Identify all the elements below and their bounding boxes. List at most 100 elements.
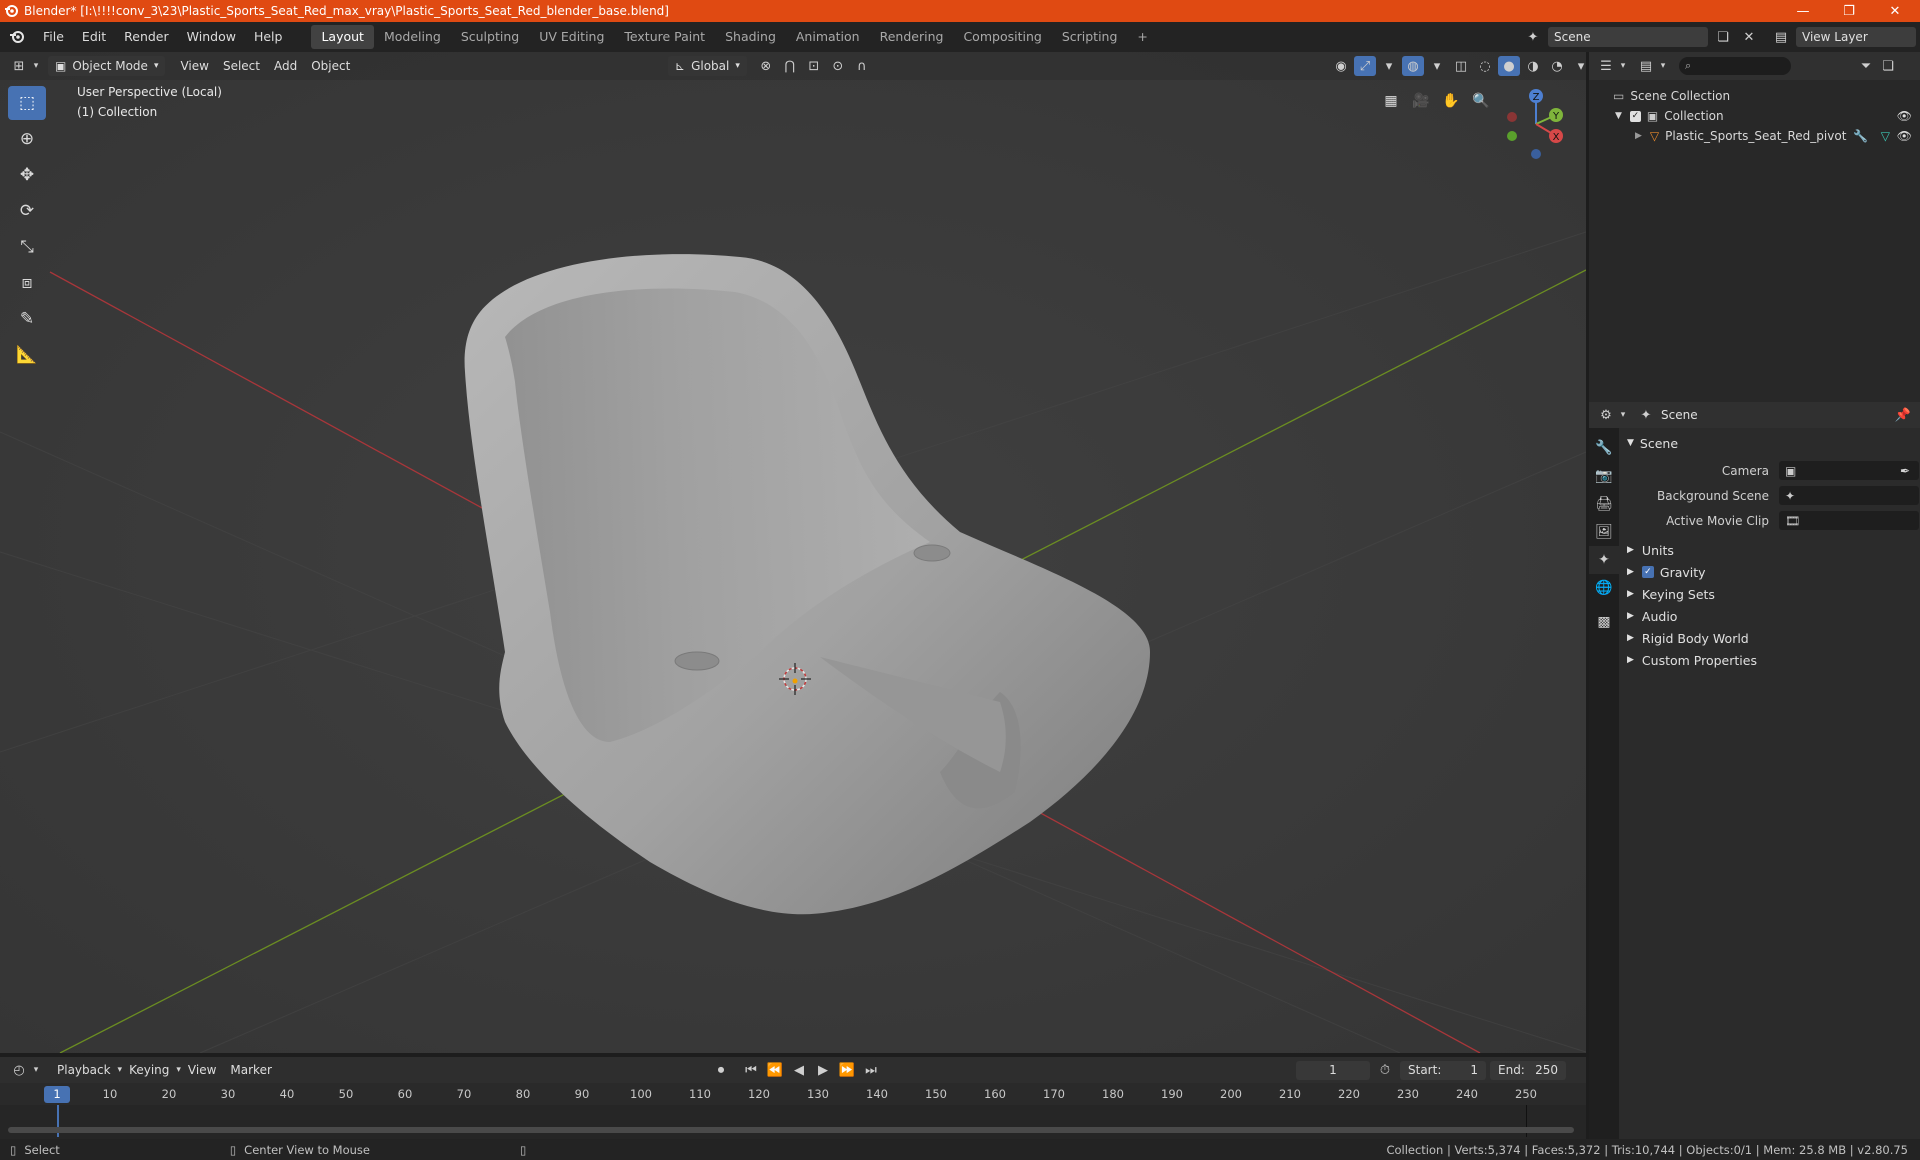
jump-start-icon[interactable]: ⏮ [740, 1060, 762, 1080]
scene-selector[interactable]: Scene [1548, 27, 1708, 47]
new-scene-icon[interactable]: ❏ [1712, 27, 1734, 47]
mesh-data-icon[interactable]: ▽ [1881, 129, 1890, 143]
outliner-search-field[interactable]: ⌕ [1679, 57, 1791, 75]
overlays-toggle-icon[interactable]: ◍ [1402, 56, 1424, 76]
view-layer-tab-icon[interactable]: 🖼 [1589, 518, 1619, 546]
minimize-button[interactable]: — [1780, 0, 1826, 22]
camera-view-icon[interactable]: 🎥 [1408, 88, 1434, 114]
view-menu[interactable]: View [181, 1060, 223, 1080]
3d-viewport[interactable] [0, 52, 1586, 1053]
collection-visibility-eye-icon[interactable]: 👁 [1897, 109, 1912, 123]
display-mode-icon[interactable]: ▤ [1635, 56, 1657, 76]
record-icon[interactable]: ⏺ [710, 1060, 732, 1080]
workspace-tab-modeling[interactable]: Modeling [374, 25, 451, 49]
pin-icon[interactable]: 📌 [1892, 405, 1914, 425]
add-workspace-button[interactable]: + [1127, 25, 1157, 49]
view-layer-selector[interactable]: View Layer [1796, 27, 1916, 47]
workspace-tab-scripting[interactable]: Scripting [1052, 25, 1128, 49]
object-menu[interactable]: Object [304, 56, 357, 76]
workspace-tab-compositing[interactable]: Compositing [953, 25, 1051, 49]
menu-window[interactable]: Window [178, 25, 245, 49]
new-collection-icon[interactable]: ❏ [1877, 56, 1899, 76]
jump-keyframe-back-icon[interactable]: ⏪ [764, 1060, 786, 1080]
current-frame-indicator[interactable]: 1 [44, 1086, 70, 1103]
gizmo-menu-icon[interactable]: ▾ [1378, 56, 1400, 76]
zoom-icon[interactable]: 🔍 [1468, 88, 1494, 114]
jump-keyframe-forward-icon[interactable]: ⏩ [836, 1060, 858, 1080]
transform-tool-icon[interactable]: ⧈ [8, 266, 46, 300]
units-section-header[interactable]: ▶ Units [1619, 539, 1920, 561]
close-button[interactable]: ✕ [1872, 0, 1918, 22]
cursor-tool-icon[interactable]: ⊕ [8, 122, 46, 156]
background-scene-field[interactable]: ✦ [1779, 486, 1919, 505]
editor-type-icon[interactable]: ◴ [8, 1060, 30, 1080]
select-box-tool-icon[interactable]: ⬚ [8, 86, 46, 120]
pan-hand-icon[interactable]: ✋ [1438, 88, 1464, 114]
workspace-tab-rendering[interactable]: Rendering [870, 25, 954, 49]
delete-scene-icon[interactable]: ✕ [1738, 27, 1760, 47]
proportional-edit-icon[interactable]: ⊙ [827, 56, 849, 76]
workspace-tab-animation[interactable]: Animation [786, 25, 870, 49]
snap-icon[interactable]: ⋂ [779, 56, 801, 76]
measure-tool-icon[interactable]: 📐 [8, 338, 46, 372]
scene-tab-icon[interactable]: ✦ [1589, 546, 1619, 574]
current-frame-field[interactable]: 1 [1296, 1061, 1370, 1080]
eyedropper-icon[interactable]: ✒ [1900, 464, 1910, 478]
select-menu[interactable]: Select [216, 56, 267, 76]
active-movie-clip-field[interactable]: 🎞 [1779, 511, 1919, 530]
overlays-menu-icon[interactable]: ▾ [1426, 56, 1448, 76]
workspace-tab-shading[interactable]: Shading [715, 25, 786, 49]
outliner-row-collection[interactable]: ▼ ✓ ▣ Collection 👁 [1589, 106, 1920, 126]
audio-section-header[interactable]: ▶ Audio [1619, 605, 1920, 627]
play-reverse-icon[interactable]: ◀ [788, 1060, 810, 1080]
scale-tool-icon[interactable]: ⤡ [8, 230, 46, 264]
timeline-scrollbar[interactable] [8, 1127, 1574, 1133]
scene-section-header[interactable]: ▼ Scene [1619, 432, 1920, 454]
annotate-tool-icon[interactable]: ✎ [8, 302, 46, 336]
outliner-row-object[interactable]: ▶ ▽ Plastic_Sports_Seat_Red_pivot 🔧 ▽ 👁 [1589, 126, 1920, 146]
menu-file[interactable]: File [34, 25, 73, 49]
view-menu[interactable]: View [173, 56, 215, 76]
restore-button[interactable]: ❐ [1826, 0, 1872, 22]
gravity-section-header[interactable]: ▶ ✓ Gravity [1619, 561, 1920, 583]
output-tab-icon[interactable]: 🖨 [1589, 490, 1619, 518]
menu-edit[interactable]: Edit [73, 25, 115, 49]
move-tool-icon[interactable]: ✥ [8, 158, 46, 192]
rendered-shading-icon[interactable]: ◔ [1546, 56, 1568, 76]
keying-menu[interactable]: Keying [122, 1060, 176, 1080]
editor-type-icon[interactable]: ☰ [1595, 56, 1617, 76]
filter-icon[interactable]: ⏷ [1855, 56, 1877, 76]
falloff-icon[interactable]: ∩ [851, 56, 873, 76]
editor-type-icon[interactable]: ⊞ [8, 56, 30, 76]
jump-end-icon[interactable]: ⏭ [860, 1060, 882, 1080]
toggle-grid-icon[interactable]: ▦ [1378, 88, 1404, 114]
rigid-body-world-section-header[interactable]: ▶ Rigid Body World [1619, 627, 1920, 649]
expand-arrow-icon[interactable]: ▶ [1635, 131, 1642, 141]
visibility-filter-icon[interactable]: ◉ [1330, 56, 1352, 76]
snap-target-icon[interactable]: ⊡ [803, 56, 825, 76]
end-frame-field[interactable]: End: 250 [1490, 1061, 1566, 1080]
workspace-tab-layout[interactable]: Layout [311, 25, 374, 49]
menu-help[interactable]: Help [245, 25, 292, 49]
collection-checkbox[interactable]: ✓ [1629, 110, 1641, 122]
transform-orientation-selector[interactable]: ⊾ Global ▾ [668, 56, 747, 76]
camera-field[interactable]: ▣ [1779, 461, 1919, 480]
navigation-gizmo[interactable]: Z Y X [1500, 86, 1572, 162]
add-menu[interactable]: Add [267, 56, 304, 76]
gizmo-toggle-icon[interactable]: ⤢ [1354, 56, 1376, 76]
workspace-tab-texture-paint[interactable]: Texture Paint [614, 25, 715, 49]
world-tab-icon[interactable]: 🌐 [1589, 574, 1619, 602]
keying-sets-section-header[interactable]: ▶ Keying Sets [1619, 583, 1920, 605]
marker-menu[interactable]: Marker [223, 1060, 278, 1080]
editor-type-icon[interactable]: ⚙ [1595, 405, 1617, 425]
play-icon[interactable]: ▶ [812, 1060, 834, 1080]
workspace-tab-uv-editing[interactable]: UV Editing [529, 25, 614, 49]
gravity-checkbox[interactable]: ✓ [1641, 566, 1654, 578]
tool-tab-icon[interactable]: 🔧 [1589, 434, 1619, 462]
material-preview-icon[interactable]: ◑ [1522, 56, 1544, 76]
playback-menu[interactable]: Playback [50, 1060, 118, 1080]
object-visibility-eye-icon[interactable]: 👁 [1897, 129, 1912, 143]
stopwatch-icon[interactable]: ⏱ [1374, 1060, 1396, 1080]
modifier-wrench-icon[interactable]: 🔧 [1853, 129, 1868, 143]
expand-arrow-icon[interactable]: ▼ [1615, 111, 1622, 121]
